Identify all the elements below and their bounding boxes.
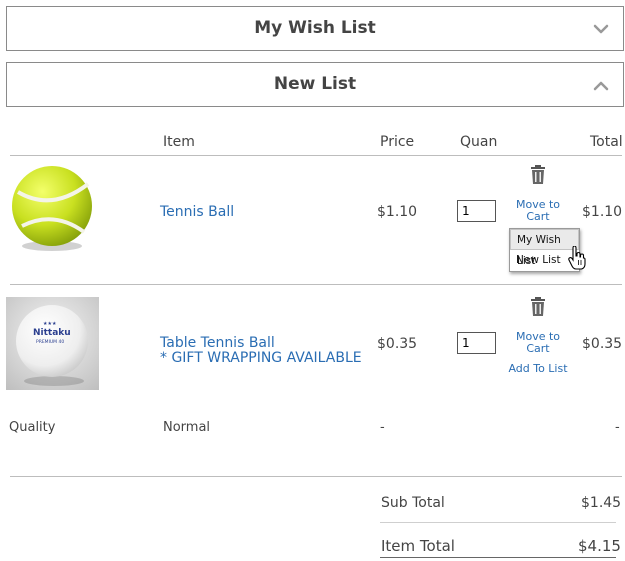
attribute-label: Quality: [9, 420, 56, 435]
header-total: Total: [590, 134, 623, 150]
header-price: Price: [380, 134, 415, 150]
summary-divider: [10, 476, 622, 477]
move-to-cart-link[interactable]: Move to Cart: [512, 199, 564, 223]
item-price: $1.10: [377, 204, 418, 220]
svg-text:★★★: ★★★: [43, 321, 57, 327]
chevron-up-icon[interactable]: [593, 78, 609, 94]
item-total-value: $4.15: [578, 537, 621, 555]
sub-total-label: Sub Total: [381, 495, 445, 511]
tennis-ball-image: [12, 166, 92, 251]
new-list-accordion[interactable]: New List: [6, 62, 624, 107]
item-total-label: Item Total: [381, 537, 455, 555]
move-to-cart-link[interactable]: Move to Cart: [512, 331, 564, 355]
brand-text: Nittaku: [33, 328, 71, 338]
item-name-tennis-ball[interactable]: Tennis Ball: [160, 204, 234, 220]
attribute-price: -: [380, 420, 385, 435]
quantity-input[interactable]: [457, 200, 496, 222]
attribute-total: -: [615, 420, 620, 435]
wish-list-accordion[interactable]: My Wish List: [6, 6, 624, 51]
row-divider: [10, 284, 622, 285]
item-name[interactable]: Table Tennis Ball: [160, 336, 362, 351]
attribute-value: Normal: [163, 420, 211, 435]
item-name-table-tennis-ball[interactable]: Table Tennis Ball * GIFT WRAPPING AVAILA…: [160, 336, 362, 366]
item-total: $0.35: [582, 336, 623, 352]
item-price: $0.35: [377, 336, 418, 352]
new-list-title: New List: [273, 74, 357, 94]
gift-wrap-note: * GIFT WRAPPING AVAILABLE: [160, 350, 362, 366]
trash-icon[interactable]: [529, 297, 547, 317]
trash-icon[interactable]: [529, 165, 547, 185]
sub-total-value: $1.45: [581, 495, 622, 511]
sub-total-divider: [380, 522, 616, 523]
add-to-list-link[interactable]: Add To List: [502, 363, 574, 375]
header-quantity: Quan: [460, 134, 498, 150]
hand-pointer-icon: [568, 246, 586, 270]
brand-subtext: PREMIUM 40: [36, 339, 64, 345]
wish-list-title: My Wish List: [254, 18, 376, 38]
table-tennis-ball-image: ★★★ Nittaku PREMIUM 40: [6, 297, 99, 390]
header-divider: [10, 155, 622, 156]
chevron-down-icon[interactable]: [593, 21, 609, 37]
item-total: $1.10: [582, 204, 623, 220]
quantity-input[interactable]: [457, 332, 496, 354]
header-item: Item: [163, 134, 195, 150]
item-total-underline: [380, 557, 616, 558]
